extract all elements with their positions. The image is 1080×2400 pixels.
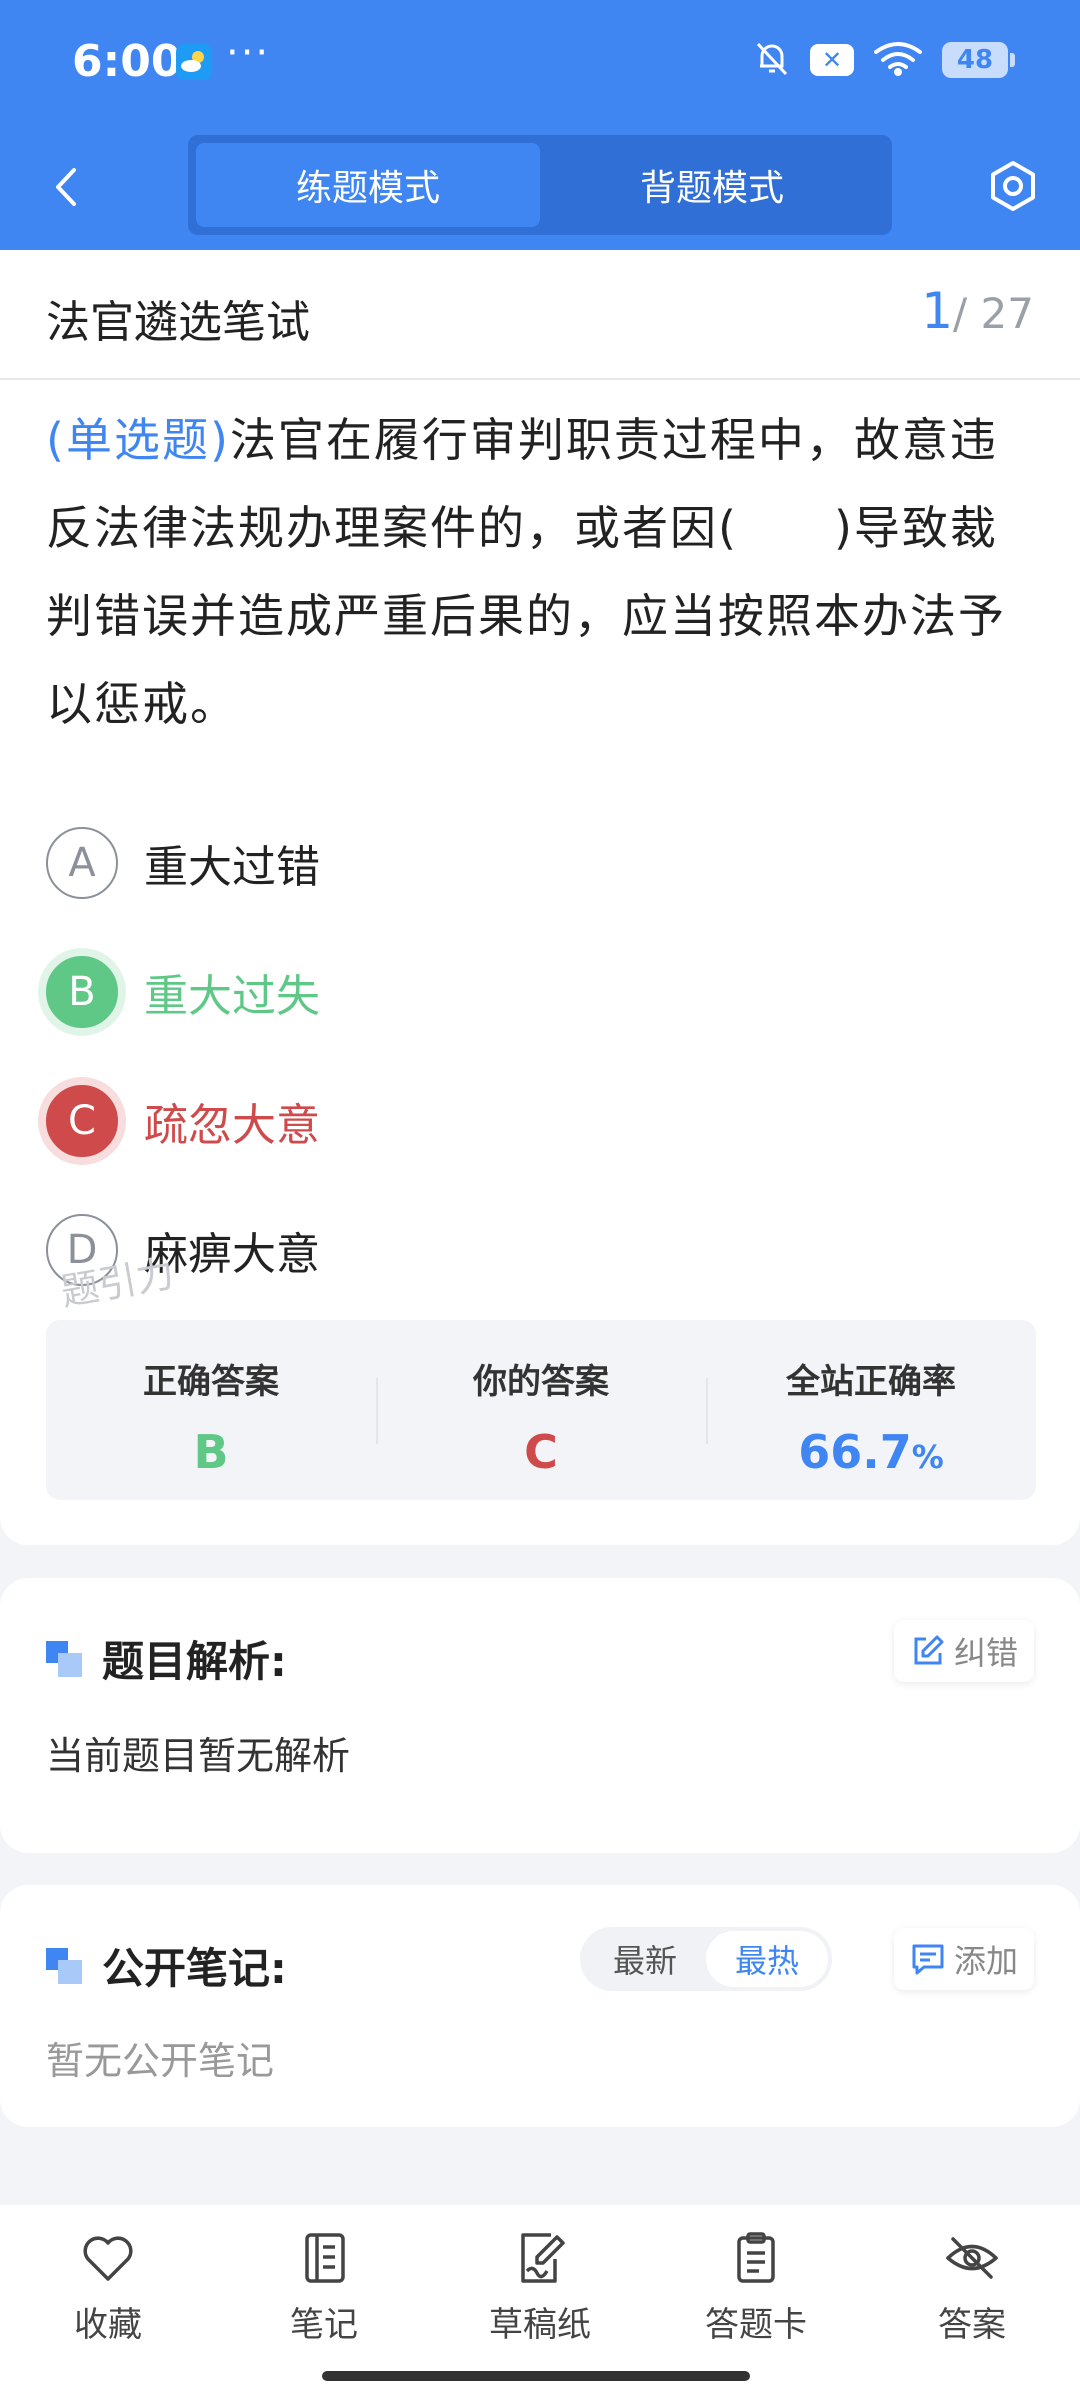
answer-stats: 正确答案 B 你的答案 C 全站正确率 66.7%: [46, 1320, 1036, 1500]
question-stem: (单选题)法官在履行审判职责过程中，故意违反法律法规办理案件的，或者因( )导致…: [46, 396, 1036, 748]
option-letter: A: [46, 826, 118, 899]
exam-bar: 法官遴选笔试 1/ 27: [0, 250, 1080, 380]
analysis-title: 题目解析:: [102, 1637, 287, 1686]
add-note-button[interactable]: 添加: [893, 1928, 1034, 1990]
exam-title: 法官遴选笔试: [46, 297, 310, 348]
option-text: 重大过错: [144, 841, 320, 893]
app-header: 6:00 ··· ✕ 48 练题模式 背题模式: [0, 0, 1080, 250]
battery-indicator: 48: [942, 42, 1015, 78]
report-error-button[interactable]: 纠错: [893, 1620, 1034, 1682]
analysis-header: 题目解析:: [46, 1628, 287, 1689]
notes-title: 公开笔记:: [102, 1944, 287, 1993]
mode-switch: 练题模式 背题模式: [188, 135, 892, 235]
stat-value: B: [193, 1425, 229, 1479]
gear-icon: [991, 161, 1035, 211]
tab-memorize-mode[interactable]: 背题模式: [540, 143, 884, 227]
notes-sort-switch: 最新 最热: [580, 1927, 832, 1991]
option-letter: B: [46, 955, 118, 1028]
stat-accuracy-rate: 全站正确率 66.7%: [706, 1320, 1036, 1500]
chevron-left-icon: [56, 168, 76, 206]
rate-unit: %: [911, 1438, 944, 1476]
current-question-number: 1: [921, 282, 954, 340]
sort-hot-tab[interactable]: 最热: [706, 1931, 828, 1987]
status-bar: 6:00 ··· ✕ 48: [0, 0, 1080, 125]
option-b[interactable]: B 重大过失: [46, 927, 1036, 1056]
stat-label: 全站正确率: [786, 1362, 956, 1402]
back-button[interactable]: [42, 160, 96, 214]
option-d[interactable]: D 麻痹大意: [46, 1185, 1036, 1314]
stat-label: 正确答案: [143, 1362, 279, 1402]
question-type: (单选题): [46, 413, 230, 467]
total-questions: / 27: [953, 289, 1034, 338]
stat-correct-answer: 正确答案 B: [46, 1320, 376, 1500]
notes-body: 暂无公开笔记: [46, 2039, 275, 2083]
question-card: 法官遴选笔试 1/ 27 (单选题)法官在履行审判职责过程中，故意违反法律法规办…: [0, 250, 1080, 1545]
option-c[interactable]: C 疏忽大意: [46, 1056, 1036, 1185]
show-answer-label: 答案: [938, 2305, 1006, 2345]
draft-paper-label: 草稿纸: [489, 2305, 591, 2345]
mute-bell-icon: [752, 38, 792, 82]
stat-your-answer: 你的答案 C: [376, 1320, 706, 1500]
status-time: 6:00: [72, 36, 182, 87]
favorite-label: 收藏: [74, 2305, 142, 2345]
option-letter: C: [46, 1084, 118, 1157]
stat-value: C: [524, 1425, 558, 1479]
comment-icon: [912, 1944, 944, 1975]
report-error-label: 纠错: [953, 1634, 1018, 1672]
nav-bar: 练题模式 背题模式: [0, 125, 1080, 250]
option-a[interactable]: A 重大过错: [46, 798, 1036, 927]
home-indicator[interactable]: [322, 2371, 750, 2381]
favorite-button[interactable]: 收藏: [0, 2205, 216, 2400]
answer-card-label: 答题卡: [705, 2305, 807, 2345]
public-notes-card: 公开笔记: 最新 最热 添加 暂无公开笔记: [0, 1885, 1080, 2127]
eye-off-icon: [946, 2237, 998, 2279]
options-list: A 重大过错 B 重大过失 C 疏忽大意 D 麻痹大意: [46, 798, 1036, 1314]
section-squares-icon: [46, 1640, 82, 1677]
notes-header: 公开笔记:: [46, 1935, 287, 1996]
option-text: 重大过失: [144, 970, 320, 1022]
add-note-label: 添加: [953, 1942, 1018, 1980]
draft-pencil-icon: [521, 2233, 565, 2283]
more-notifications-icon: ···: [226, 30, 271, 76]
stat-value: 66.7%: [798, 1425, 944, 1479]
notes-label: 笔记: [290, 2305, 358, 2345]
option-text: 疏忽大意: [144, 1099, 320, 1151]
no-sim-icon: ✕: [810, 44, 854, 76]
show-answer-button[interactable]: 答案: [864, 2205, 1080, 2400]
rate-number: 66.7: [798, 1425, 912, 1479]
question-progress: 1/ 27: [921, 282, 1034, 340]
clipboard-icon: [737, 2232, 775, 2283]
settings-button[interactable]: [982, 155, 1044, 217]
status-icons: ✕ 48: [752, 38, 1015, 82]
notebook-icon: [305, 2233, 345, 2283]
wifi-icon: [872, 40, 924, 80]
analysis-body: 当前题目暂无解析: [46, 1734, 351, 1778]
sort-latest-tab[interactable]: 最新: [584, 1931, 706, 1987]
tab-practice-mode[interactable]: 练题模式: [196, 143, 540, 227]
edit-icon: [914, 1635, 944, 1665]
section-squares-icon: [46, 1947, 82, 1984]
analysis-card: 题目解析: 纠错 当前题目暂无解析: [0, 1578, 1080, 1853]
weather-icon: [176, 44, 212, 80]
stat-label: 你的答案: [473, 1362, 609, 1402]
heart-icon: [83, 2236, 133, 2281]
